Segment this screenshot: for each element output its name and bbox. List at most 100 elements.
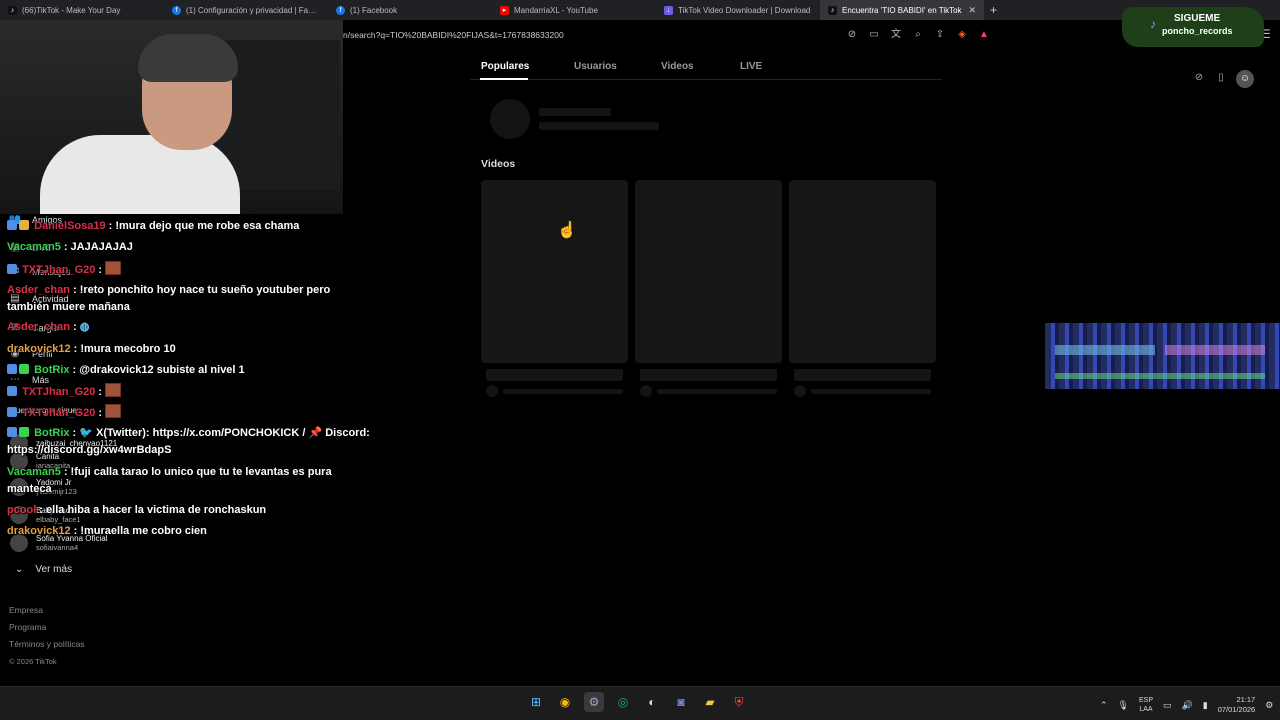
profile-avatar-icon[interactable]: ☺: [1236, 70, 1254, 88]
tab-title: Encuentra 'TIO BABIDI' en TikTok: [842, 5, 962, 15]
translate-icon[interactable]: 文: [889, 28, 903, 42]
browser-tab[interactable]: ▸ MandarriaXL - YouTube: [492, 0, 656, 20]
spotify-icon[interactable]: ◎: [613, 692, 633, 712]
webcam-overlay: [0, 20, 343, 214]
chat-message: pcool: ella hiba a hacer la victima de r…: [7, 502, 266, 519]
follow-banner-title: SIGUEME: [1174, 13, 1221, 24]
downloader-icon: ↓: [664, 5, 673, 15]
browser-tab[interactable]: f (1) Configuración y privacidad | Faceb…: [164, 0, 328, 20]
browser-tab[interactable]: ↓ TikTok Video Downloader | Download: [656, 0, 820, 20]
url-field[interactable]: n/search?q=TIO%20BABIDI%20FIJAS&t=176783…: [343, 30, 564, 40]
facebook-icon: f: [172, 5, 181, 15]
badge-icon: [7, 407, 17, 417]
new-tab-button[interactable]: +: [990, 3, 997, 17]
chat-username: drakovick12: [7, 525, 71, 537]
chat-text: :: [98, 386, 103, 398]
chat-text: : 🐦 X(Twitter): https://x.com/PONCHOKICK…: [72, 427, 370, 439]
chat-text: : JAJAJAJAJ: [63, 241, 133, 253]
browser-tab[interactable]: ♪ (66)TikTok - Make Your Day: [0, 0, 164, 20]
tab-usuarios[interactable]: Usuarios: [574, 61, 617, 72]
chat-username: Asder_chan: [7, 284, 70, 296]
see-more-button[interactable]: ⌄ Ver más: [15, 564, 72, 575]
tab-videos[interactable]: Videos: [661, 61, 694, 72]
loading-avatar-placeholder: [794, 385, 806, 397]
stream-glitch-banner: [1045, 323, 1280, 389]
see-more-label: Ver más: [35, 564, 73, 575]
badge-icon: [7, 364, 17, 374]
chat-username: Vacaman5: [7, 241, 61, 253]
chrome-icon[interactable]: ◉: [555, 692, 575, 712]
tab-populares[interactable]: Populares: [481, 61, 529, 72]
taskbar-apps: ⊞ ◉ ⚙ ◎ ◐ ◙ ▰ ⛨: [526, 692, 749, 712]
chat-username: TXTJhan_G20: [22, 386, 96, 398]
system-clock[interactable]: 21:17 07/01/2026: [1218, 695, 1256, 715]
loading-line-placeholder: [503, 389, 623, 394]
chat-username: TXTJhan_G20: [22, 264, 96, 276]
tab-title: (66)TikTok - Make Your Day: [22, 5, 121, 15]
share-icon[interactable]: ⇪: [933, 28, 947, 42]
loading-line-placeholder: [657, 389, 777, 394]
chat-text: : !mura dejo que me robe esa chama: [108, 220, 300, 232]
chat-message: Asder_chan: !reto ponchito hoy nace tu s…: [7, 282, 330, 316]
chat-message: TXTJhan_G20:: [7, 383, 122, 401]
chat-username: drakovick12: [7, 343, 71, 355]
brave-icon[interactable]: ⛨: [729, 692, 749, 712]
video-card-placeholder[interactable]: [635, 180, 782, 363]
microphone-icon[interactable]: 🎙: [1118, 700, 1129, 711]
account-handle: sofiaivanna4: [36, 543, 79, 552]
notification-icon[interactable]: ⚙: [1265, 700, 1273, 711]
browser-tab-active[interactable]: ♪ Encuentra 'TIO BABIDI' en TikTok ✕: [820, 0, 984, 20]
chat-text: : !muraella me cobro cien: [73, 525, 207, 537]
chat-text: :: [98, 264, 103, 276]
brave-shield-icon[interactable]: ◈: [955, 28, 969, 42]
clock-date: 07/01/2026: [1217, 705, 1256, 714]
chat-username: BotRix: [34, 364, 70, 376]
no-track-icon[interactable]: ⊘: [845, 28, 859, 42]
mouse-pointer-icon: ☝: [557, 222, 577, 239]
coins-icon[interactable]: ⊘: [1192, 70, 1206, 86]
volume-icon[interactable]: 🔊: [1182, 700, 1193, 711]
chat-message: TXTJhan_G20:: [7, 404, 122, 422]
glitch-stripe: [1055, 345, 1155, 355]
language-code: ESP: [1138, 697, 1153, 704]
network-icon[interactable]: ▭: [1163, 700, 1172, 711]
chat-text-continued: también muere mañana: [7, 301, 130, 313]
loading-avatar-placeholder: [490, 99, 530, 139]
device-icon[interactable]: ▯: [1214, 70, 1228, 86]
discord-icon[interactable]: ◙: [671, 692, 691, 712]
footer-link[interactable]: Programa: [9, 619, 85, 636]
battery-icon[interactable]: ▮: [1203, 700, 1208, 711]
chat-text: : ella hiba a hacer la victima de roncha…: [39, 504, 267, 516]
chat-text: : !fuji calla tarao lo unico que tu te l…: [63, 466, 332, 478]
chat-message: TXTJhan_G20:: [7, 261, 122, 279]
chevron-down-icon: ⌄: [15, 564, 24, 575]
file-explorer-icon[interactable]: ▰: [700, 692, 720, 712]
copyright: © 2026 TikTok: [9, 657, 57, 666]
cast-icon[interactable]: ▭: [867, 28, 881, 42]
badge-icon: [7, 220, 17, 230]
steam-icon[interactable]: ⚙: [584, 692, 604, 712]
chat-message: Vacaman5: JAJAJAJAJ: [7, 239, 133, 256]
chat-username: pcool: [7, 504, 37, 516]
chevron-up-icon[interactable]: ⌃: [1100, 700, 1108, 711]
video-card-placeholder[interactable]: [481, 180, 628, 363]
obs-icon[interactable]: ◐: [642, 692, 662, 712]
close-tab-icon[interactable]: ✕: [968, 5, 976, 16]
chat-username: Vacaman5: [7, 466, 61, 478]
video-card-placeholder[interactable]: [789, 180, 936, 363]
footer-link[interactable]: Términos y políticas: [9, 636, 85, 653]
tab-live[interactable]: LIVE: [740, 61, 762, 72]
chat-message: Asder_chan: ◍: [7, 319, 89, 336]
brave-rewards-icon[interactable]: ▲: [977, 28, 991, 42]
windows-start-icon[interactable]: ⊞: [526, 692, 546, 712]
chat-username: TXTJhan_G20: [22, 407, 96, 419]
loading-avatar-placeholder: [640, 385, 652, 397]
badge-icon: [19, 364, 29, 374]
browser-toolbar: ⊘ ▭ 文 ⌕ ⇪ ◈ ▲: [845, 28, 991, 42]
browser-tab[interactable]: f (1) Facebook: [328, 0, 492, 20]
chat-text: :: [98, 407, 103, 419]
input-language[interactable]: ESP LAA: [1139, 696, 1153, 714]
chat-message: BotRix: @drakovick12 subiste al nivel 1: [7, 362, 245, 379]
zoom-icon[interactable]: ⌕: [911, 28, 925, 42]
footer-link[interactable]: Empresa: [9, 602, 85, 619]
